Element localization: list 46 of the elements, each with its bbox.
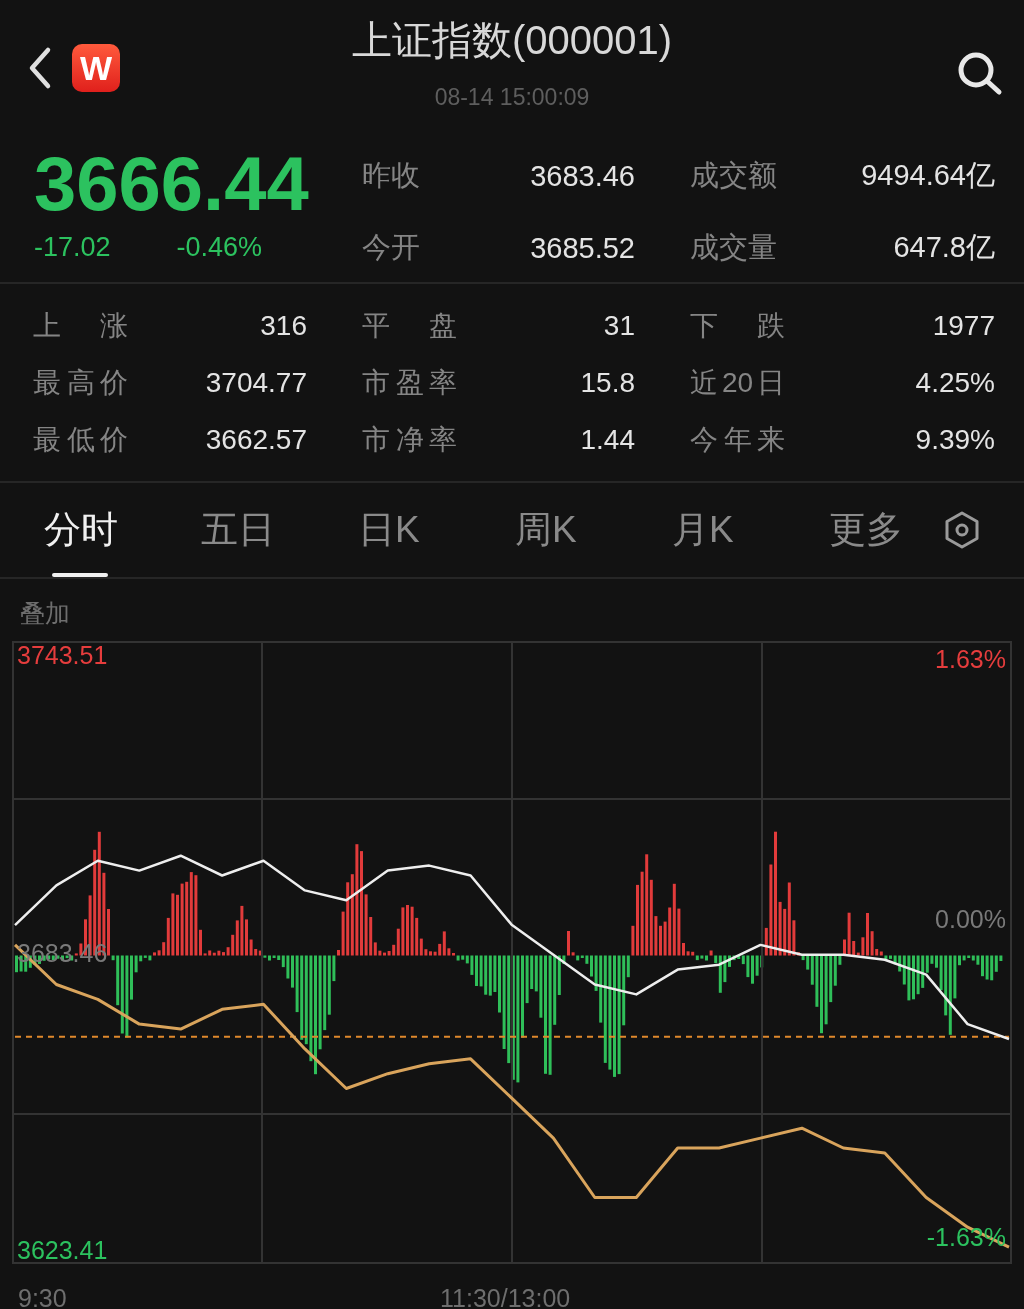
field-label: 成交额 bbox=[690, 158, 778, 193]
stat-label: 上 涨 bbox=[33, 308, 128, 343]
stat-label: 近20日 bbox=[690, 365, 785, 400]
stat-label: 下 跌 bbox=[690, 308, 785, 343]
stat-value: 9.39% bbox=[914, 423, 995, 456]
field-value: 9494.64亿 bbox=[860, 158, 995, 193]
time-label: 11:30/13:00 bbox=[440, 1284, 571, 1309]
field-value: 3685.52 bbox=[529, 231, 635, 265]
stat-label: 最低价 bbox=[33, 422, 128, 457]
stat-label: 市盈率 bbox=[362, 365, 457, 400]
field-value: 647.8亿 bbox=[892, 230, 995, 265]
field-label: 成交量 bbox=[690, 230, 778, 265]
axis-label: 3743.51 bbox=[17, 641, 108, 669]
stat-value: 31 bbox=[602, 309, 635, 342]
overlay-button[interactable]: 叠加 bbox=[0, 579, 1024, 641]
field-label: 昨收 bbox=[362, 158, 421, 193]
axis-label: 0.00% bbox=[935, 905, 1006, 933]
field-label: 今开 bbox=[362, 230, 421, 265]
chart-tab[interactable]: 月K bbox=[648, 483, 805, 577]
stat-value: 316 bbox=[259, 309, 307, 342]
time-label: 9:30 bbox=[18, 1284, 67, 1309]
percent-change: -0.46% bbox=[176, 232, 263, 263]
app-logo[interactable]: W bbox=[72, 44, 120, 92]
stat-value: 3662.57 bbox=[204, 423, 307, 456]
chart-tab[interactable]: 日K bbox=[334, 483, 491, 577]
stat-value: 1.44 bbox=[579, 423, 635, 456]
chart-tab[interactable]: 五日 bbox=[177, 483, 334, 577]
timestamp: 08-14 15:00:09 bbox=[434, 84, 590, 111]
price-change: -17.02 bbox=[34, 232, 111, 263]
axis-label: 3623.41 bbox=[17, 1235, 108, 1264]
stat-label: 最高价 bbox=[33, 365, 128, 400]
axis-label: 1.63% bbox=[935, 645, 1006, 673]
stat-value: 4.25% bbox=[914, 366, 995, 399]
chart-tab[interactable]: 更多 bbox=[805, 483, 962, 577]
stat-label: 平 盘 bbox=[362, 308, 457, 343]
chart-tab[interactable]: 周K bbox=[491, 483, 648, 577]
index-price: 3666.44 bbox=[34, 144, 310, 224]
stat-value: 1977 bbox=[931, 309, 995, 342]
stat-value: 3704.77 bbox=[204, 366, 307, 399]
stat-label: 今年来 bbox=[690, 422, 785, 457]
stat-label: 市净率 bbox=[362, 422, 457, 457]
chart-tab[interactable]: 分时 bbox=[20, 483, 177, 577]
stat-value: 15.8 bbox=[579, 366, 635, 399]
search-icon[interactable] bbox=[956, 50, 1004, 96]
page-title: 上证指数(000001) bbox=[351, 17, 673, 64]
field-value: 3683.46 bbox=[529, 159, 635, 193]
